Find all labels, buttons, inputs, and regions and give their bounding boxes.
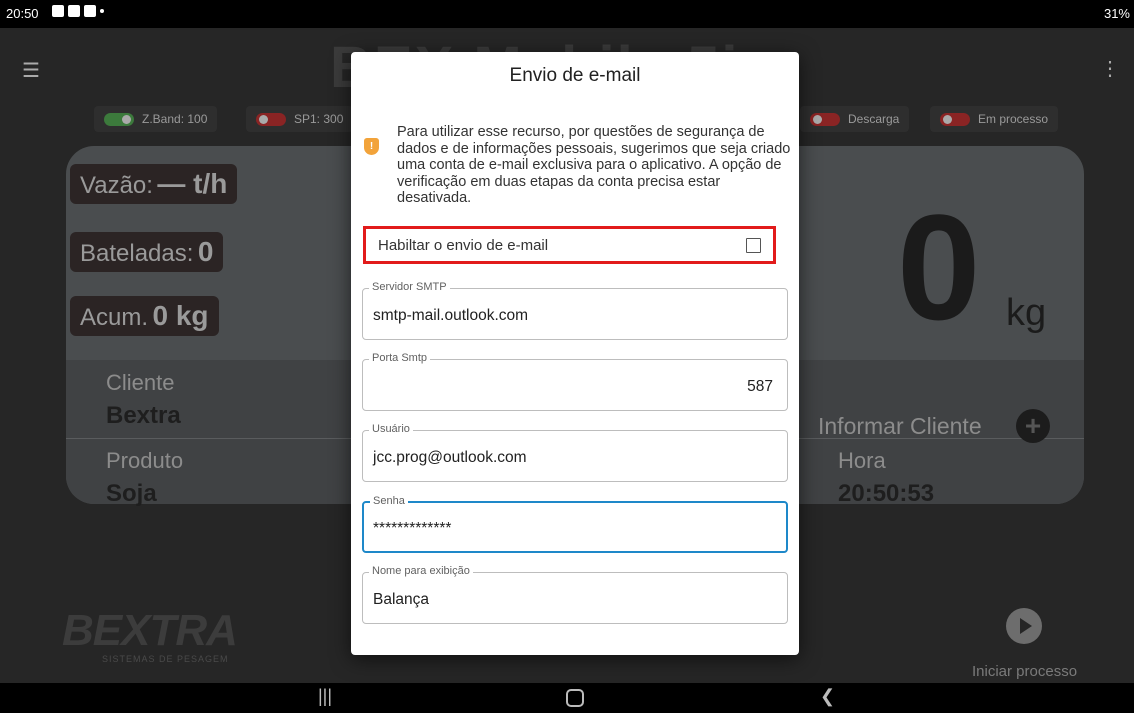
accum-label: Acum. [80,304,149,331]
password-label: Senha [370,495,408,507]
chip-label: SP1: 300 [294,112,344,126]
toggle-icon [810,112,840,126]
bextra-logo: BEXTRA [62,606,238,655]
battery-level: 31% [1103,6,1130,21]
accum-stat: Acum. 0 kg [70,296,219,336]
enable-email-checkbox[interactable] [746,237,761,253]
logo-subtitle: SISTEMAS DE PESAGEM [102,654,229,664]
gallery-icon [52,5,64,17]
password-input[interactable]: ************* [373,520,451,538]
chip-sp1[interactable]: SP1: 300 [246,106,354,132]
chip-em-processo[interactable]: Em processo [930,106,1059,132]
smtp-server-input[interactable]: smtp-mail.outlook.com [373,307,528,325]
notification-icons [52,5,104,17]
password-field[interactable]: Senha ************* [362,495,788,553]
security-notice: Para utilizar esse recurso, por questões… [397,124,791,207]
enable-email-row[interactable]: Habiltar o envio de e-mail [363,226,776,264]
dialog-title: Envio de e-mail [509,65,641,86]
shield-warning-icon: ! [364,138,379,155]
mail-icon [68,5,80,17]
more-notifications-icon [100,9,104,13]
display-name-field[interactable]: Nome para exibição Balança [362,565,788,624]
accum-value: 0 kg [152,300,209,331]
toggle-icon [104,112,134,126]
time-label: Hora [838,448,886,473]
product-label: Produto [106,448,184,473]
add-client-icon[interactable]: + [1016,409,1050,443]
smtp-port-input[interactable]: 587 [747,378,773,396]
chip-label: Descarga [848,112,900,126]
flow-stat: Vazão: — t/h [70,164,238,204]
chip-label: Em processo [978,112,1049,126]
status-bar: 20:50 31% [0,0,1134,28]
hamburger-menu-icon[interactable]: ☰ [22,58,40,83]
smtp-server-label: Servidor SMTP [369,281,450,293]
home-icon[interactable] [566,689,584,707]
start-process-label[interactable]: Iniciar processo [972,663,1077,680]
smtp-port-label: Porta Smtp [369,352,431,364]
flow-label: Vazão: [80,172,153,199]
back-icon[interactable]: ❮ [820,686,835,707]
batches-label: Bateladas: [80,240,194,267]
inform-client-button[interactable]: Informar Cliente [818,413,982,440]
user-input[interactable]: jcc.prog@outlook.com [373,449,527,467]
toggle-icon [940,112,970,126]
user-field[interactable]: Usuário jcc.prog@outlook.com [362,423,788,482]
flow-value: — t/h [157,168,228,199]
play-icon[interactable] [1006,608,1042,644]
batches-stat: Bateladas: 0 [70,232,224,272]
status-time: 20:50 [6,6,39,21]
display-name-input[interactable]: Balança [373,591,429,609]
client-label: Cliente [106,370,175,395]
product-value: Soja [106,480,157,507]
email-dialog: Envio de e-mail ! Para utilizar esse rec… [351,52,799,655]
toggle-icon [256,112,286,126]
time-value: 20:50:53 [838,480,935,507]
smtp-server-field[interactable]: Servidor SMTP smtp-mail.outlook.com [362,281,788,340]
recent-apps-icon[interactable]: ||| [318,686,332,707]
client-value: Bextra [106,402,181,429]
smtp-port-field[interactable]: Porta Smtp 587 [362,352,788,411]
chip-label: Z.Band: 100 [142,112,208,126]
display-name-label: Nome para exibição [369,565,473,577]
weight-value: 0 [897,183,981,351]
enable-email-label: Habiltar o envio de e-mail [378,236,549,254]
batches-value: 0 [197,236,214,267]
weight-unit: kg [1006,292,1047,334]
navigation-bar: ||| ❮ [0,683,1134,713]
chip-descarga[interactable]: Descarga [800,106,910,132]
chip-zband[interactable]: Z.Band: 100 [94,106,218,132]
app-icon [84,5,96,17]
user-label: Usuário [369,423,413,435]
more-options-icon[interactable]: ⋮ [1100,56,1120,81]
